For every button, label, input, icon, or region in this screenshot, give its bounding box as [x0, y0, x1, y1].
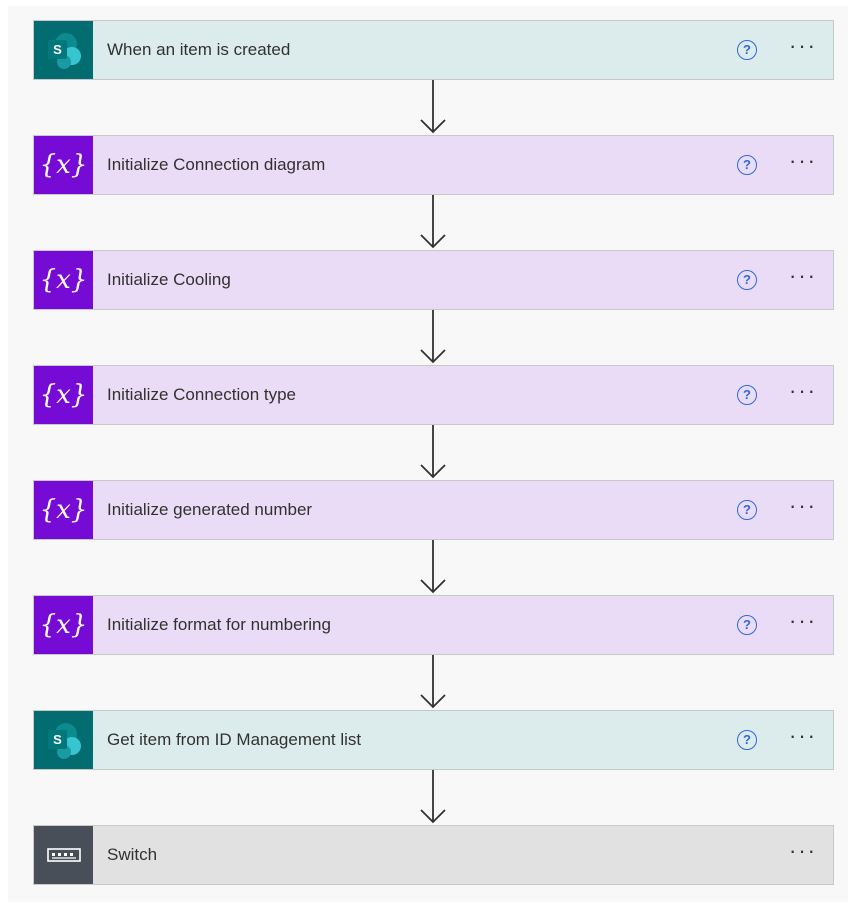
help-icon[interactable]: ?: [737, 40, 757, 60]
more-options-icon[interactable]: ···: [787, 495, 819, 519]
variable-icon: {𝑥}: [34, 481, 93, 539]
more-options-icon[interactable]: ···: [787, 725, 819, 749]
more-options-icon[interactable]: ···: [787, 150, 819, 174]
svg-text:S: S: [53, 732, 62, 747]
help-icon[interactable]: ?: [737, 155, 757, 175]
step-title: When an item is created: [107, 40, 291, 59]
step-title: Initialize generated number: [107, 500, 313, 519]
arrow-down-icon: [420, 655, 446, 709]
arrow-down-icon: [420, 310, 446, 364]
sharepoint-icon: S: [34, 21, 93, 79]
variable-icon: {𝑥}: [34, 251, 93, 309]
help-icon[interactable]: ?: [737, 270, 757, 290]
flow-step-when-item-created[interactable]: S When an item is created ? ···: [33, 20, 834, 80]
variable-icon: {𝑥}: [34, 366, 93, 424]
arrow-down-icon: [420, 195, 446, 249]
help-icon[interactable]: ?: [737, 615, 757, 635]
more-options-icon[interactable]: ···: [787, 840, 819, 864]
step-title: Initialize format for numbering: [107, 615, 331, 634]
variable-icon: {𝑥}: [34, 136, 93, 194]
switch-icon: [34, 826, 93, 884]
arrow-down-icon: [420, 540, 446, 594]
help-icon[interactable]: ?: [737, 385, 757, 405]
help-icon[interactable]: ?: [737, 730, 757, 750]
flow-step-switch[interactable]: Switch ···: [33, 825, 834, 885]
more-options-icon[interactable]: ···: [787, 610, 819, 634]
flow-step-initialize-generated-number[interactable]: {𝑥} Initialize generated number ? ···: [33, 480, 834, 540]
more-options-icon[interactable]: ···: [787, 380, 819, 404]
flow-step-initialize-cooling[interactable]: {𝑥} Initialize Cooling ? ···: [33, 250, 834, 310]
variable-icon: {𝑥}: [34, 596, 93, 654]
arrow-down-icon: [420, 425, 446, 479]
flow-step-initialize-connection-diagram[interactable]: {𝑥} Initialize Connection diagram ? ···: [33, 135, 834, 195]
more-options-icon[interactable]: ···: [787, 35, 819, 59]
step-title: Switch: [107, 845, 158, 864]
flow-step-initialize-format-for-numbering[interactable]: {𝑥} Initialize format for numbering ? ··…: [33, 595, 834, 655]
sharepoint-icon: S: [34, 711, 93, 769]
arrow-down-icon: [420, 770, 446, 824]
arrow-down-icon: [420, 80, 446, 134]
step-title: Initialize Connection type: [107, 385, 297, 404]
flow-step-get-item-id-management[interactable]: S Get item from ID Management list ? ···: [33, 710, 834, 770]
svg-text:S: S: [53, 42, 62, 57]
flow-step-initialize-connection-type[interactable]: {𝑥} Initialize Connection type ? ···: [33, 365, 834, 425]
step-title: Initialize Connection diagram: [107, 155, 326, 174]
help-icon[interactable]: ?: [737, 500, 757, 520]
step-title: Initialize Cooling: [107, 270, 231, 289]
more-options-icon[interactable]: ···: [787, 265, 819, 289]
step-title: Get item from ID Management list: [107, 730, 362, 749]
